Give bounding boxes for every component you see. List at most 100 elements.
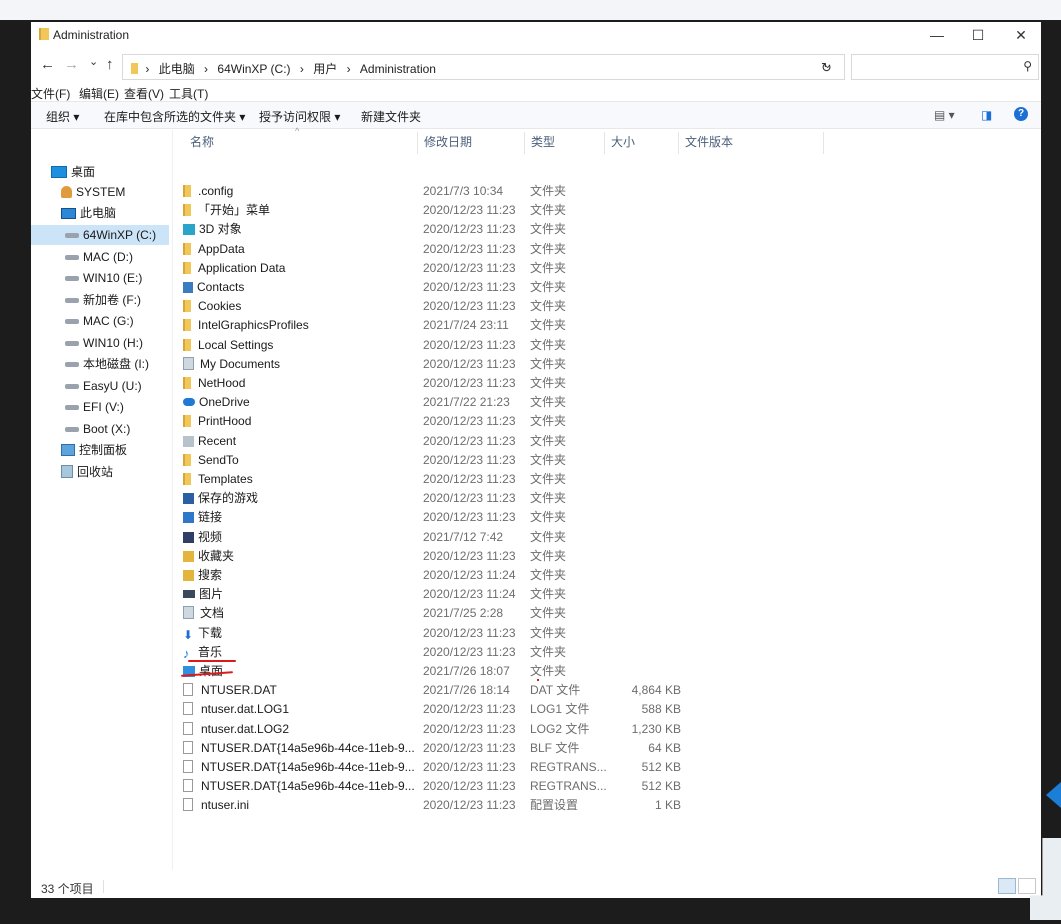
file-row[interactable]: NTUSER.DAT{14a5e96b-44ce-11eb-9... 2020/1… (183, 739, 823, 758)
include-in-library-button[interactable]: 在库中包含所选的文件夹 ▾ (104, 108, 245, 125)
file-row[interactable]: NTUSER.DAT{14a5e96b-44ce-11eb-9... 2020/1… (183, 777, 823, 796)
file-row[interactable]: PrintHood 2020/12/23 11:23 文件夹 (183, 412, 823, 431)
breadcrumb-drive-c[interactable]: 64WinXP (C:) (217, 62, 290, 76)
file-row[interactable]: IntelGraphicsProfiles 2021/7/24 23:11 文件夹 (183, 316, 823, 335)
file-row[interactable]: 「开始」菜单 2020/12/23 11:23 文件夹 (183, 201, 823, 220)
file-row[interactable]: ntuser.dat.LOG2 2020/12/23 11:23 LOG2 文件 1,… (183, 720, 823, 739)
column-header-date[interactable]: 修改日期 (424, 130, 472, 154)
breadcrumb-users[interactable]: 用户 (313, 62, 337, 76)
file-row[interactable]: 保存的游戏 2020/12/23 11:23 文件夹 (183, 489, 823, 508)
nav-item-drive-f[interactable]: 新加卷 (F:) (65, 290, 141, 310)
file-row[interactable]: 桌面 2021/7/26 18:07 文件夹 (183, 662, 823, 681)
share-with-button[interactable]: 授予访问权限 ▾ (259, 108, 340, 125)
file-row[interactable]: NTUSER.DAT{14a5e96b-44ce-11eb-9... 2020/1… (183, 758, 823, 777)
folder-icon (183, 493, 194, 505)
nav-item-drive-c[interactable]: 64WinXP (C:) (31, 225, 169, 245)
menu-view[interactable]: 查看(V) (124, 85, 164, 102)
file-type: 文件夹 (530, 414, 567, 429)
column-divider[interactable] (604, 132, 605, 154)
nav-item-drive-h[interactable]: WIN10 (H:) (65, 333, 143, 353)
desktop-icon (51, 166, 67, 178)
file-row[interactable]: 视频 2021/7/12 7:42 文件夹 (183, 528, 823, 547)
drive-icon (65, 427, 79, 432)
search-input[interactable]: ⚲ (851, 54, 1039, 80)
breadcrumb-administration[interactable]: Administration (360, 62, 436, 76)
nav-item-drive-u[interactable]: EasyU (U:) (65, 376, 142, 396)
nav-item-this-pc[interactable]: 此电脑 (61, 203, 116, 223)
recent-locations-button[interactable]: ⌄ (89, 55, 98, 68)
file-row[interactable]: .config 2021/7/3 10:34 文件夹 (183, 182, 823, 201)
column-header-version[interactable]: 文件版本 (685, 130, 733, 154)
address-bar[interactable]: › 此电脑 › 64WinXP (C:) › 用户 › Administrati… (122, 54, 845, 80)
column-divider[interactable] (524, 132, 525, 154)
file-row[interactable]: ntuser.dat.LOG1 2020/12/23 11:23 LOG1 文件 58… (183, 700, 823, 719)
file-row[interactable]: 搜索 2020/12/23 11:24 文件夹 (183, 566, 823, 585)
column-divider[interactable] (417, 132, 418, 154)
folder-icon (131, 63, 138, 74)
file-row[interactable]: 文档 2021/7/25 2:28 文件夹 (183, 604, 823, 623)
large-icons-view-button[interactable] (1018, 878, 1036, 894)
close-button[interactable]: ✕ (1001, 24, 1041, 46)
menu-tools[interactable]: 工具(T) (169, 85, 208, 102)
file-row[interactable]: Recent 2020/12/23 11:23 文件夹 (183, 432, 823, 451)
file-row[interactable]: ♪ 音乐 2020/12/23 11:23 文件夹 (183, 643, 823, 662)
file-date: 2020/12/23 11:23 (423, 433, 516, 448)
column-divider[interactable] (678, 132, 679, 154)
up-button[interactable]: ↑ (106, 56, 114, 73)
file-row[interactable]: NetHood 2020/12/23 11:23 文件夹 (183, 374, 823, 393)
maximize-button[interactable]: ☐ (958, 24, 998, 46)
nav-item-desktop[interactable]: 桌面 (51, 162, 95, 182)
file-name: NTUSER.DAT (183, 681, 277, 700)
file-name: 文档 (183, 604, 224, 623)
back-button[interactable]: ← (40, 56, 55, 73)
file-row[interactable]: NTUSER.DAT 2021/7/26 18:14 DAT 文件 4,864 KB (183, 681, 823, 700)
file-date: 2020/12/23 11:23 (423, 491, 516, 506)
preview-pane-button[interactable]: ◨ (981, 108, 992, 122)
file-row[interactable]: My Documents 2020/12/23 11:23 文件夹 (183, 355, 823, 374)
details-view-button[interactable] (998, 878, 1016, 894)
file-row[interactable]: Application Data 2020/12/23 11:23 文件夹 (183, 259, 823, 278)
minimize-button[interactable]: — (917, 24, 957, 46)
nav-item-drive-x[interactable]: Boot (X:) (65, 419, 130, 439)
column-divider[interactable] (823, 132, 824, 154)
column-header-type[interactable]: 类型 (531, 130, 555, 154)
file-row[interactable]: 链接 2020/12/23 11:23 文件夹 (183, 508, 823, 527)
nav-item-drive-i[interactable]: 本地磁盘 (I:) (65, 354, 149, 374)
file-row[interactable]: 3D 对象 2020/12/23 11:23 文件夹 (183, 220, 823, 239)
nav-item-recycle-bin[interactable]: 回收站 (61, 462, 113, 482)
file-list: ^ 名称 修改日期 类型 大小 文件版本 .config 2021/7/3 10:… (173, 126, 1041, 870)
file-row[interactable]: SendTo 2020/12/23 11:23 文件夹 (183, 451, 823, 470)
nav-item-control-panel[interactable]: 控制面板 (61, 440, 127, 460)
folder-icon (183, 531, 194, 543)
address-row: ← → ⌄ ↑ › 此电脑 › 64WinXP (C:) › 用户 › Admi… (31, 52, 1041, 80)
file-row[interactable]: ntuser.ini 2020/12/23 11:23 配置设置 1 KB (183, 796, 823, 815)
menu-edit[interactable]: 编辑(E) (79, 85, 119, 102)
file-date: 2021/7/24 23:11 (423, 318, 509, 333)
nav-item-drive-d[interactable]: MAC (D:) (65, 247, 133, 267)
file-row[interactable]: ⬇ 下载 2020/12/23 11:23 文件夹 (183, 624, 823, 643)
nav-item-drive-g[interactable]: MAC (G:) (65, 311, 134, 331)
file-row[interactable]: Cookies 2020/12/23 11:23 文件夹 (183, 297, 823, 316)
column-header-name[interactable]: 名称 (190, 130, 214, 154)
forward-button[interactable]: → (64, 56, 79, 73)
drive-icon (65, 384, 79, 389)
file-row[interactable]: Contacts 2020/12/23 11:23 文件夹 (183, 278, 823, 297)
column-header-size[interactable]: 大小 (611, 130, 635, 154)
organize-button[interactable]: 组织 ▾ (46, 108, 79, 125)
menu-file[interactable]: 文件(F) (31, 85, 70, 102)
file-row[interactable]: Local Settings 2020/12/23 11:23 文件夹 (183, 336, 823, 355)
view-options-button[interactable]: ▤ ▾ (934, 108, 955, 122)
file-row[interactable]: OneDrive 2021/7/22 21:23 文件夹 (183, 393, 823, 412)
file-row[interactable]: 收藏夹 2020/12/23 11:23 文件夹 (183, 547, 823, 566)
nav-item-drive-v[interactable]: EFI (V:) (65, 397, 124, 417)
file-type: 文件夹 (530, 203, 567, 218)
refresh-button[interactable]: ↻ (821, 60, 832, 76)
nav-item-drive-e[interactable]: WIN10 (E:) (65, 268, 142, 288)
breadcrumb-this-pc[interactable]: 此电脑 (159, 62, 195, 76)
help-icon[interactable]: ? (1014, 107, 1028, 121)
nav-item-system[interactable]: SYSTEM (61, 182, 125, 202)
file-row[interactable]: Templates 2020/12/23 11:23 文件夹 (183, 470, 823, 489)
file-row[interactable]: AppData 2020/12/23 11:23 文件夹 (183, 240, 823, 259)
new-folder-button[interactable]: 新建文件夹 (361, 108, 421, 125)
file-row[interactable]: 图片 2020/12/23 11:24 文件夹 (183, 585, 823, 604)
